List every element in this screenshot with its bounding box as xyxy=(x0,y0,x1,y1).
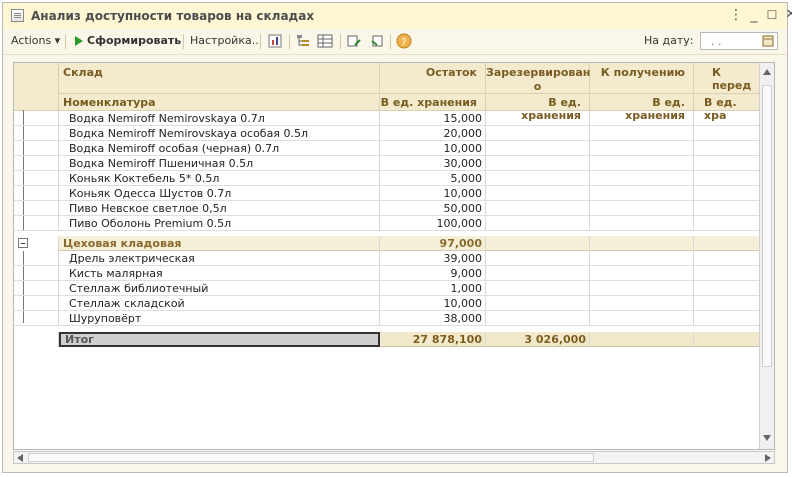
row-stock: 39,000 xyxy=(380,251,486,266)
horizontal-scrollbar[interactable] xyxy=(13,451,775,464)
scroll-up-icon[interactable] xyxy=(763,69,771,75)
scroll-down-icon[interactable] xyxy=(763,435,771,441)
row-stock: 9,000 xyxy=(380,266,486,281)
total-label: Итог xyxy=(59,332,380,347)
table-row[interactable]: Коньяк Коктебель 5* 0.5л 5,000 xyxy=(14,171,762,186)
toolbar-separator xyxy=(390,34,391,49)
row-stock: 50,000 xyxy=(380,201,486,216)
table-row[interactable]: Водка Nemiroff Nemirovskaya особая 0.5л 2… xyxy=(14,126,762,141)
toolbar-separator xyxy=(65,34,66,49)
chart-icon[interactable] xyxy=(267,33,283,49)
group-row[interactable]: Цеховая кладовая 97,000 xyxy=(14,236,762,251)
total-stock: 27 878,100 xyxy=(380,332,486,347)
header-to-receive: К получению xyxy=(590,63,694,92)
calendar-icon[interactable] xyxy=(762,35,774,47)
total-reserved: 3 026,000 xyxy=(486,332,590,347)
table-row[interactable]: Дрель электрическая 39,000 xyxy=(14,251,762,266)
row-name: Коньяк Одесса Шустов 0.7л xyxy=(59,186,380,201)
row-stock: 15,000 xyxy=(380,111,486,126)
toolbar-separator xyxy=(340,34,341,49)
table-row[interactable]: Стеллаж библиотечный 1,000 xyxy=(14,281,762,296)
table-header: Склад Остаток Зарезервирован о К получен… xyxy=(14,63,762,122)
toolbar-separator xyxy=(183,34,184,49)
header-nomenclature: Номенклатура xyxy=(59,93,380,110)
horizontal-scroll-thumb[interactable] xyxy=(28,453,594,462)
table-row[interactable]: Водка Nemiroff Nemirovskaya 0.7л 15,000 xyxy=(14,111,762,126)
row-name: Кисть малярная xyxy=(59,266,380,281)
toolbar-separator xyxy=(289,34,290,49)
row-name: Водка Nemiroff Nemirovskaya особая 0.5л xyxy=(59,126,380,141)
group-name: Цеховая кладовая xyxy=(59,236,380,251)
table-row[interactable]: Водка Nemiroff особая (черная) 0.7л 10,00… xyxy=(14,141,762,156)
row-name: Коньяк Коктебель 5* 0.5л xyxy=(59,171,380,186)
window-icon xyxy=(11,9,24,22)
table-row[interactable]: Водка Nemiroff Пшеничная 0.5л 30,000 xyxy=(14,156,762,171)
table-row[interactable]: Стеллаж складской 10,000 xyxy=(14,296,762,311)
scroll-right-icon[interactable] xyxy=(765,454,771,462)
header-unit-reserved: В ед. хранения xyxy=(486,93,590,122)
minimize-icon[interactable]: _ xyxy=(745,6,763,24)
header-warehouse: Склад xyxy=(59,63,380,92)
row-name: Пиво Оболонь Premium 0.5л xyxy=(59,216,380,231)
row-name: Стеллаж библиотечный xyxy=(59,281,380,296)
title-bar: Анализ доступности товаров на складах ⋮ … xyxy=(3,3,792,30)
toolbar-separator xyxy=(260,34,261,49)
collapse-icon[interactable] xyxy=(18,238,28,248)
help-icon[interactable]: ? xyxy=(396,33,412,49)
row-name: Пиво Невское светлое 0,5л xyxy=(59,201,380,216)
header-to-transfer: К перед xyxy=(694,63,762,92)
settings-button[interactable]: Настройка... xyxy=(190,33,262,49)
row-stock: 10,000 xyxy=(380,186,486,201)
report-table[interactable]: Склад Остаток Зарезервирован о К получен… xyxy=(13,62,775,450)
toolbar: Actions ▾ Сформировать Настройка... ? На… xyxy=(3,29,787,55)
header-unit-transfer: В ед. хра xyxy=(694,93,762,122)
date-value: . . xyxy=(711,35,722,48)
row-name: Шуруповёрт xyxy=(59,311,380,326)
maximize-icon[interactable]: ☐ xyxy=(763,6,781,24)
row-name: Водка Nemiroff Nemirovskaya 0.7л xyxy=(59,111,380,126)
table-row[interactable]: Пиво Невское светлое 0,5л 50,000 xyxy=(14,201,762,216)
table-icon[interactable] xyxy=(317,33,333,49)
play-icon[interactable] xyxy=(71,33,87,49)
row-stock: 1,000 xyxy=(380,281,486,296)
row-stock: 5,000 xyxy=(380,171,486,186)
table-row[interactable]: Пиво Оболонь Premium 0.5л 100,000 xyxy=(14,216,762,231)
group-stock: 97,000 xyxy=(380,236,486,251)
menu-icon[interactable]: ⋮ xyxy=(727,6,745,24)
scroll-thumb[interactable] xyxy=(762,85,772,367)
row-stock: 20,000 xyxy=(380,126,486,141)
close-icon[interactable]: ✕ xyxy=(782,6,792,24)
header-tree-column xyxy=(14,63,59,110)
table-row[interactable]: Шуруповёрт 38,000 xyxy=(14,311,762,326)
header-unit-stock: В ед. хранения xyxy=(380,93,486,110)
header-stock: Остаток xyxy=(380,63,486,92)
window-title: Анализ доступности товаров на складах xyxy=(31,9,315,23)
row-stock: 10,000 xyxy=(380,296,486,311)
total-row[interactable]: Итог 27 878,100 3 026,000 xyxy=(14,332,762,347)
actions-menu[interactable]: Actions ▾ xyxy=(11,33,60,49)
header-unit-receive: В ед. хранения xyxy=(590,93,694,122)
row-stock: 38,000 xyxy=(380,311,486,326)
vertical-scrollbar[interactable] xyxy=(759,63,774,449)
row-stock: 30,000 xyxy=(380,156,486,171)
header-reserved: Зарезервирован о xyxy=(486,63,590,93)
table-row[interactable]: Коньяк Одесса Шустов 0.7л 10,000 xyxy=(14,186,762,201)
row-stock: 100,000 xyxy=(380,216,486,231)
row-name: Водка Nemiroff особая (черная) 0.7л xyxy=(59,141,380,156)
row-name: Водка Nemiroff Пшеничная 0.5л xyxy=(59,156,380,171)
row-stock: 10,000 xyxy=(380,141,486,156)
import-icon[interactable] xyxy=(369,33,385,49)
tree-structure-icon[interactable] xyxy=(295,33,311,49)
row-name: Стеллаж складской xyxy=(59,296,380,311)
export-icon[interactable] xyxy=(346,33,362,49)
row-name: Дрель электрическая xyxy=(59,251,380,266)
table-row[interactable]: Кисть малярная 9,000 xyxy=(14,266,762,281)
scroll-left-icon[interactable] xyxy=(17,454,23,462)
generate-button[interactable]: Сформировать xyxy=(87,33,181,49)
svg-text:?: ? xyxy=(401,37,406,48)
date-label: На дату: xyxy=(644,34,694,47)
date-input[interactable]: . . xyxy=(700,32,778,50)
